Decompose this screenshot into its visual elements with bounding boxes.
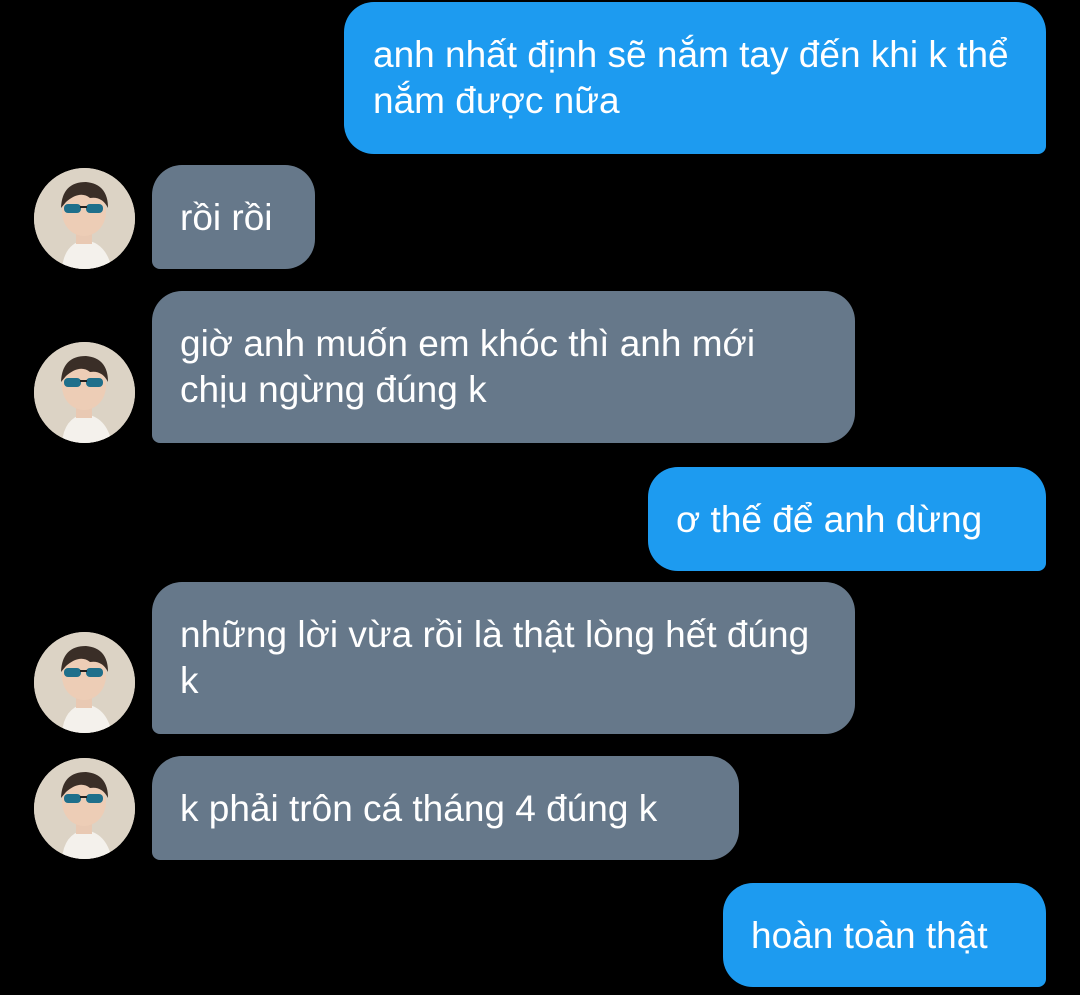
person-with-sunglasses-avatar-icon xyxy=(34,342,135,443)
message-text: những lời vừa rồi là thật lòng hết đúng … xyxy=(180,614,810,701)
message-text: anh nhất định sẽ nắm tay đến khi k thể n… xyxy=(373,34,1009,121)
received-message-bubble[interactable]: rồi rồi xyxy=(152,165,315,269)
message-text: hoàn toàn thật xyxy=(751,915,988,956)
message-text: giờ anh muốn em khóc thì anh mới chịu ng… xyxy=(180,323,756,410)
message-text: ơ thế để anh dừng xyxy=(676,499,983,540)
message-text: k phải trôn cá tháng 4 đúng k xyxy=(180,788,658,829)
received-message-bubble[interactable]: giờ anh muốn em khóc thì anh mới chịu ng… xyxy=(152,291,855,443)
contact-avatar[interactable] xyxy=(34,632,135,733)
sent-message-bubble[interactable]: ơ thế để anh dừng xyxy=(648,467,1046,571)
sent-message-bubble[interactable]: anh nhất định sẽ nắm tay đến khi k thể n… xyxy=(344,2,1046,154)
person-with-sunglasses-avatar-icon xyxy=(34,168,135,269)
received-message-bubble[interactable]: những lời vừa rồi là thật lòng hết đúng … xyxy=(152,582,855,734)
received-message-bubble[interactable]: k phải trôn cá tháng 4 đúng k xyxy=(152,756,739,860)
sent-message-bubble[interactable]: hoàn toàn thật xyxy=(723,883,1046,987)
message-text: rồi rồi xyxy=(180,197,273,238)
contact-avatar[interactable] xyxy=(34,168,135,269)
contact-avatar[interactable] xyxy=(34,342,135,443)
person-with-sunglasses-avatar-icon xyxy=(34,758,135,859)
person-with-sunglasses-avatar-icon xyxy=(34,632,135,733)
contact-avatar[interactable] xyxy=(34,758,135,859)
chat-thread: anh nhất định sẽ nắm tay đến khi k thể n… xyxy=(0,0,1080,995)
